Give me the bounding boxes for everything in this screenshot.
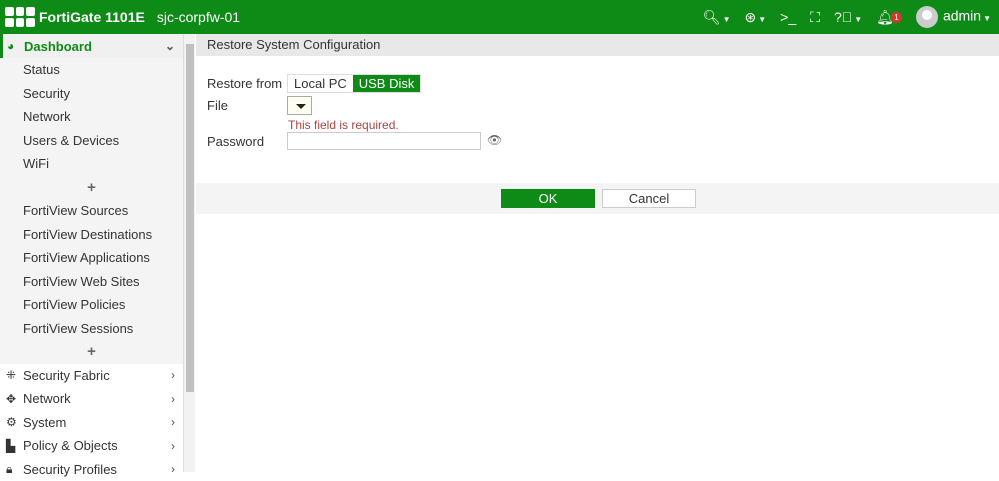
file-dropdown[interactable]: [287, 96, 312, 115]
password-input[interactable]: [287, 132, 481, 150]
sidebar-item-dashboard[interactable]: ◕Dashboard ⌄: [0, 34, 183, 58]
lock-icon: 🔒︎: [6, 462, 20, 477]
chevron-right-icon: ›: [171, 392, 175, 406]
sidebar-item-label: Dashboard: [24, 39, 92, 54]
sidebar-item-policy-objects[interactable]: ▙Policy & Objects ›: [0, 434, 183, 458]
gear-icon: ⚙: [6, 415, 20, 429]
page-title: Restore System Configuration: [196, 34, 999, 56]
search-icon[interactable]: 🔍︎▼: [703, 9, 731, 26]
sidebar-item-label: Network: [23, 391, 71, 406]
restore-from-label: Restore from: [207, 76, 282, 91]
add-fortiview-button[interactable]: +: [0, 340, 183, 364]
username: admin: [943, 8, 981, 24]
sidebar-item-label: Policy & Objects: [23, 438, 118, 453]
notification-badge: 1: [891, 12, 902, 23]
sidebar-item-label: Security Profiles: [23, 462, 117, 477]
sidebar-item-fortiview-web-sites[interactable]: FortiView Web Sites: [0, 270, 183, 294]
dialog-footer: OK Cancel: [196, 183, 999, 214]
chevron-right-icon: ›: [171, 462, 175, 476]
sidebar-item-network-dash[interactable]: Network: [0, 105, 183, 129]
file-label: File: [207, 98, 228, 113]
sidebar-item-users-devices[interactable]: Users & Devices: [0, 129, 183, 153]
sidebar-item-system[interactable]: ⚙System ›: [0, 411, 183, 435]
sidebar-item-network[interactable]: ✥Network ›: [0, 387, 183, 411]
sidebar-item-label: Security Fabric: [23, 368, 110, 383]
ok-button[interactable]: OK: [501, 189, 595, 208]
file-error-message: This field is required.: [288, 118, 399, 132]
chevron-right-icon: ›: [171, 368, 175, 382]
help-icon[interactable]: ?⃝▼: [834, 9, 862, 25]
sidebar-item-wifi[interactable]: WiFi: [0, 152, 183, 176]
dashboard-icon: ◕: [7, 39, 21, 53]
sidebar-item-status[interactable]: Status: [0, 58, 183, 82]
sidebar-item-fortiview-sessions[interactable]: FortiView Sessions: [0, 317, 183, 341]
sidebar-item-security-fabric[interactable]: ⁜Security Fabric ›: [0, 364, 183, 388]
chevron-down-icon: ⌄: [165, 39, 175, 53]
sidebar: ◕Dashboard ⌄ Status Security Network User…: [0, 34, 183, 472]
sidebar-item-fortiview-policies[interactable]: FortiView Policies: [0, 293, 183, 317]
password-label: Password: [207, 134, 264, 149]
cli-console-icon[interactable]: >_: [780, 9, 796, 25]
scrollbar-thumb[interactable]: [186, 44, 194, 392]
user-menu[interactable]: admin▼: [916, 6, 991, 28]
sidebar-item-fortiview-applications[interactable]: FortiView Applications: [0, 246, 183, 270]
forticloud-icon[interactable]: ⊛▼: [745, 9, 767, 26]
main-content: Restore System Configuration Restore fro…: [196, 34, 999, 472]
product-name: FortiGate 1101E: [39, 9, 145, 25]
hostname: sjc-corpfw-01: [157, 9, 240, 25]
fullscreen-icon[interactable]: ⛶: [810, 9, 820, 26]
chevron-right-icon: ›: [171, 415, 175, 429]
policy-icon: ▙: [6, 439, 20, 453]
notifications-bell-icon[interactable]: 🔔︎1: [876, 9, 902, 26]
option-local-pc[interactable]: Local PC: [288, 75, 353, 92]
show-password-eye-icon[interactable]: 👁︎: [487, 133, 502, 147]
restore-source-toggle: Local PC USB Disk: [287, 74, 421, 93]
add-dashboard-button[interactable]: +: [0, 176, 183, 200]
sidebar-item-label: System: [23, 415, 66, 430]
top-bar: FortiGate 1101E sjc-corpfw-01 🔍︎▼ ⊛▼ >_ …: [0, 0, 999, 34]
option-usb-disk[interactable]: USB Disk: [353, 75, 421, 92]
cancel-button[interactable]: Cancel: [602, 189, 696, 208]
security-fabric-icon: ⁜: [6, 368, 20, 382]
sidebar-item-security-profiles[interactable]: 🔒︎Security Profiles ›: [0, 458, 183, 481]
network-icon: ✥: [6, 392, 20, 406]
avatar: [916, 6, 938, 28]
sidebar-item-fortiview-destinations[interactable]: FortiView Destinations: [0, 223, 183, 247]
sidebar-item-fortiview-sources[interactable]: FortiView Sources: [0, 199, 183, 223]
sidebar-scrollbar[interactable]: [183, 34, 195, 472]
chevron-right-icon: ›: [171, 439, 175, 453]
fortinet-logo-icon: [5, 7, 35, 27]
sidebar-item-security[interactable]: Security: [0, 82, 183, 106]
